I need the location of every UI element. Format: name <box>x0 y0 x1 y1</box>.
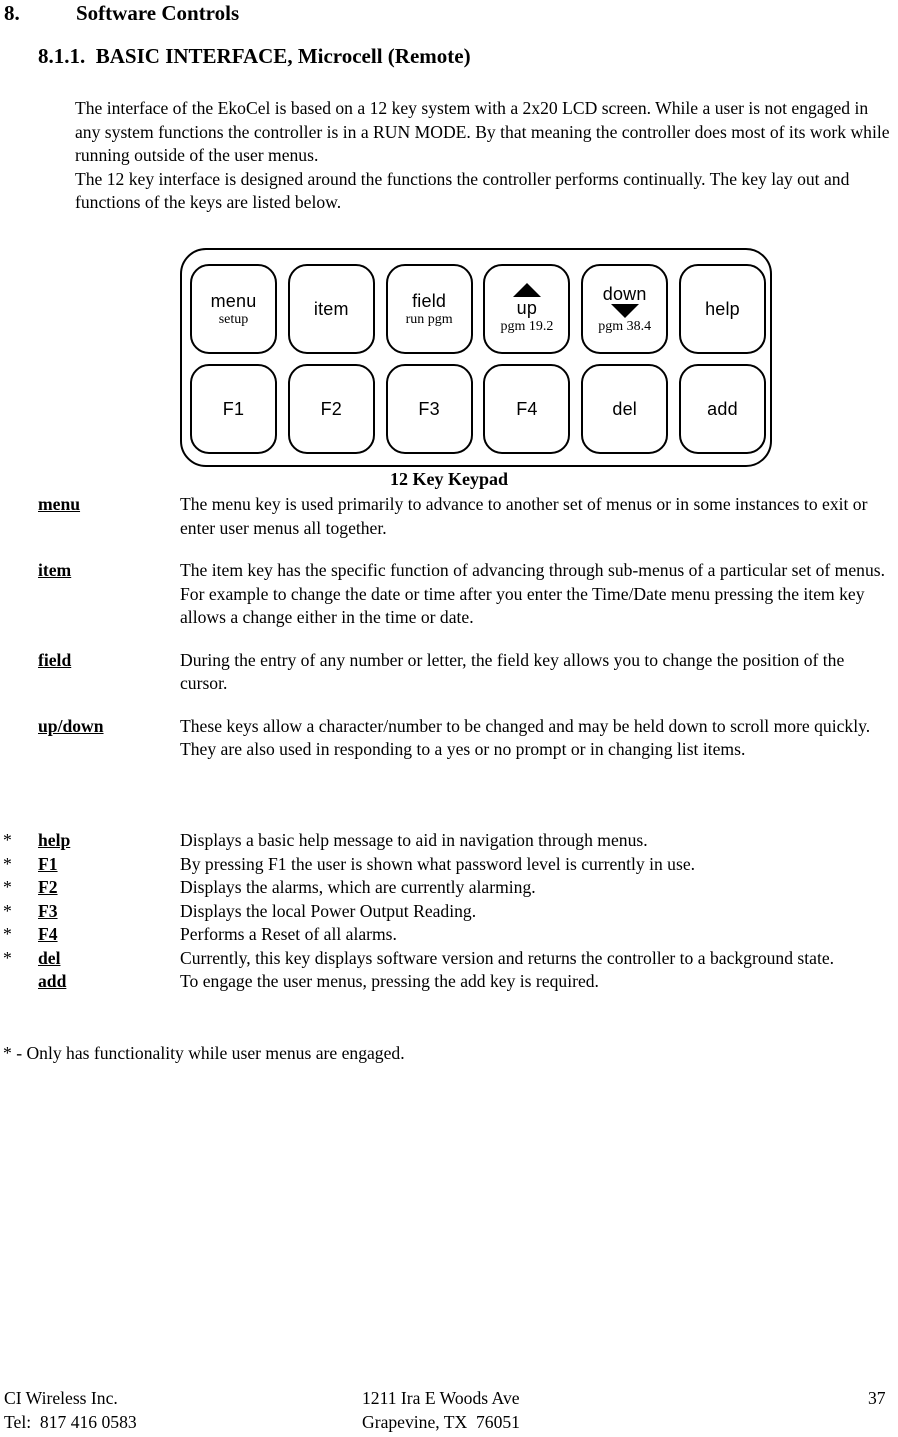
starred-key-list: * help Displays a basic help message to ai… <box>0 829 898 994</box>
key-f3[interactable]: F3 <box>385 364 473 454</box>
key-label: down <box>602 283 647 304</box>
definition-row: item The item key has the specific functi… <box>0 559 898 630</box>
starred-description: Displays a basic help message to aid in … <box>180 830 648 850</box>
footer-company: CI Wireless Inc. <box>4 1388 118 1408</box>
asterisk-marker: * <box>3 877 12 897</box>
key-menu[interactable]: menu setup <box>190 264 277 354</box>
key-definition-list: menu The menu key is used primarily to ad… <box>0 493 898 781</box>
footer-address-line2: Grapevine, TX 76051 <box>362 1412 520 1432</box>
starred-row: * F2 Displays the alarms, which are curren… <box>0 876 898 900</box>
starred-term: help <box>38 830 71 850</box>
definition-term: menu <box>38 494 81 514</box>
key-f1[interactable]: F1 <box>190 364 277 454</box>
starred-description: Displays the alarms, which are currently… <box>180 877 536 897</box>
asterisk-marker: * <box>3 853 12 874</box>
starred-row: * help Displays a basic help message to ai… <box>0 829 898 853</box>
definition-row: field During the entry of any number or l… <box>0 649 898 696</box>
key-sublabel: setup <box>218 311 249 327</box>
definition-term: field <box>38 649 72 670</box>
key-label: del <box>612 399 637 419</box>
definition-row: up/down These keys allow a character/numb… <box>0 715 898 762</box>
key-label: up <box>516 298 538 318</box>
starred-term: F1 <box>38 853 58 874</box>
starred-description: Performs a Reset of all alarms. <box>180 924 397 944</box>
definition-description: These keys allow a character/number to b… <box>180 715 871 760</box>
starred-description: Displays the local Power Output Reading. <box>180 900 477 921</box>
starred-row: * F1 By pressing F1 the user is shown what… <box>0 853 898 877</box>
asterisk-marker: * <box>3 900 12 921</box>
starred-term: F3 <box>38 900 58 921</box>
footer-address-line1: 1211 Ira E Woods Ave <box>362 1388 520 1408</box>
definition-term: up/down <box>38 715 104 736</box>
definition-description: During the entry of any number or letter… <box>180 649 845 694</box>
starred-term: F2 <box>38 877 58 897</box>
key-sublabel: pgm 19.2 <box>500 319 554 334</box>
figure-caption: 12 Key Keypad <box>389 469 508 489</box>
key-label: F2 <box>320 399 342 419</box>
subsection-heading: 8.1.1. BASIC INTERFACE, Microcell (Remot… <box>38 44 471 68</box>
footer-middle-column: 1211 Ira E Woods Ave Grapevine, TX 76051 <box>362 1386 520 1434</box>
key-f2[interactable]: F2 <box>287 364 375 454</box>
section-number: 8. <box>4 1 20 25</box>
key-item[interactable]: item <box>287 264 375 354</box>
key-help[interactable]: help <box>678 264 766 354</box>
document-page: 8. Software Controls 8.1.1. BASIC INTERFA… <box>0 0 898 1437</box>
footer-left-column: CI Wireless Inc. Tel: 817 416 0583 <box>4 1386 137 1434</box>
definition-description: The item key has the specific function o… <box>180 560 886 627</box>
page-title: 8. Software Controls <box>4 0 894 26</box>
starred-row: * del Currently, this key displays softwar… <box>0 947 898 971</box>
intro-paragraph-1: The interface of the EkoCel is based on … <box>75 98 890 165</box>
asterisk-marker: * <box>3 924 12 944</box>
starred-description: Currently, this key displays software ve… <box>180 947 835 968</box>
key-label: F4 <box>516 399 538 419</box>
footer-page-number: 37 <box>868 1388 886 1408</box>
key-field[interactable]: field run pgm <box>385 264 473 354</box>
key-label: menu <box>210 290 257 311</box>
key-sublabel: run pgm <box>405 311 453 327</box>
starred-row: * F3 Displays the local Power Output Readi… <box>0 900 898 924</box>
key-del[interactable]: del <box>581 364 669 454</box>
definition-term: item <box>38 560 72 580</box>
definition-row: menu The menu key is used primarily to ad… <box>0 493 898 540</box>
section-title: Software Controls <box>76 1 240 25</box>
keypad-row-bottom: F1 F2 F3 F4 del add <box>190 364 766 454</box>
footer-phone: Tel: 817 416 0583 <box>4 1412 137 1432</box>
arrow-down-icon <box>610 303 639 318</box>
key-label: add <box>707 399 738 419</box>
key-up[interactable]: up pgm 19.2 <box>483 264 571 354</box>
asterisk-marker: * <box>3 830 12 850</box>
arrow-up-icon <box>512 283 541 297</box>
starred-term: del <box>38 947 61 968</box>
starred-term: add <box>38 971 67 991</box>
page-footer: CI Wireless Inc. Tel: 817 416 0583 1211 I… <box>0 1386 898 1436</box>
key-label: item <box>313 299 349 319</box>
starred-row: * F4 Performs a Reset of all alarms. <box>0 923 898 947</box>
key-f4[interactable]: F4 <box>483 364 571 454</box>
starred-description: To engage the user menus, pressing the a… <box>180 971 599 991</box>
key-label: F1 <box>222 399 245 419</box>
keypad-row-top: menu setup item field run pgm up pgm 19.2 down p… <box>190 264 766 354</box>
asterisk-marker: * <box>3 947 12 968</box>
starred-row: add To engage the user menus, pressing th… <box>0 970 898 994</box>
key-label: F3 <box>418 399 440 419</box>
key-label: field <box>412 290 447 311</box>
footnote: * - Only has functionality while user me… <box>3 1043 405 1063</box>
keypad-diagram: menu setup item field run pgm up pgm 19.2 down p… <box>180 248 772 467</box>
key-sublabel: pgm 38.4 <box>598 318 652 334</box>
key-down[interactable]: down pgm 38.4 <box>581 264 669 354</box>
key-label: help <box>705 299 740 319</box>
intro-paragraph-2: The 12 key interface is designed around … <box>75 168 850 213</box>
starred-term: F4 <box>38 924 58 944</box>
intro-text: The interface of the EkoCel is based on … <box>75 97 893 215</box>
starred-description: By pressing F1 the user is shown what pa… <box>180 853 696 874</box>
key-add[interactable]: add <box>678 364 766 454</box>
definition-description: The menu key is used primarily to advanc… <box>180 494 868 538</box>
